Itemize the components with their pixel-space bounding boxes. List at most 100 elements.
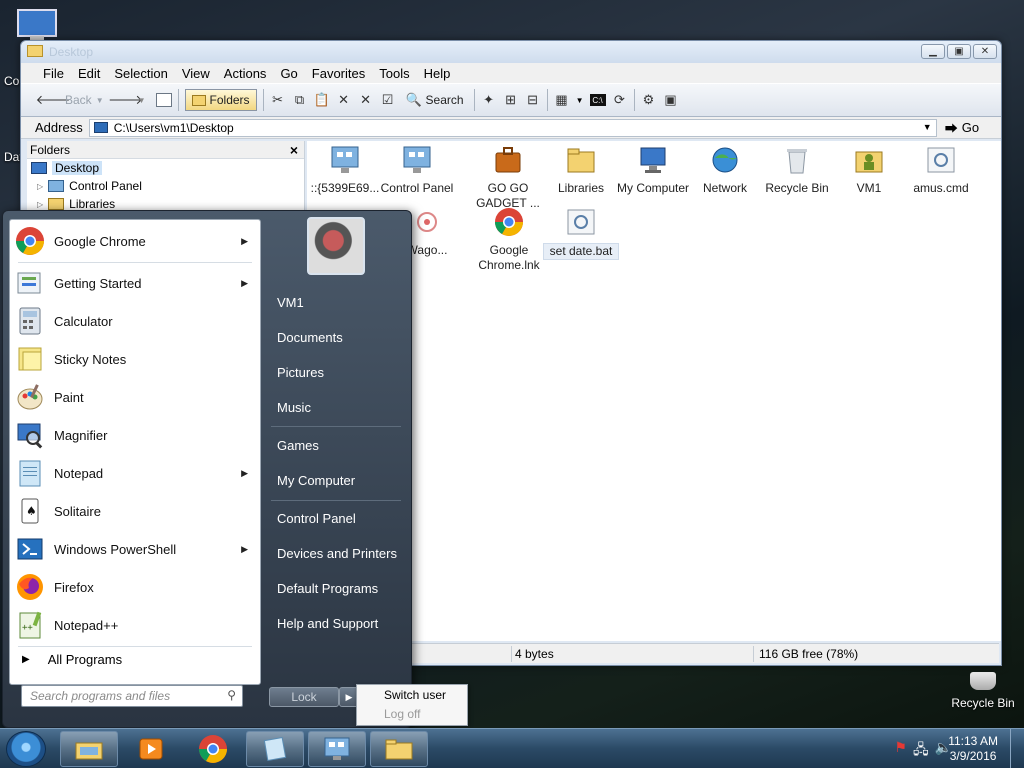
file-item[interactable]: Network: [687, 143, 763, 196]
tree-item-desktop[interactable]: Desktop: [27, 159, 304, 177]
program-notepad[interactable]: Notepad ▶: [10, 454, 260, 492]
settings-icon[interactable]: ⚙: [641, 92, 657, 108]
program-label: Sticky Notes: [54, 351, 127, 367]
minimize-button[interactable]: ▁: [921, 44, 945, 59]
all-programs-button[interactable]: ▶ All Programs: [22, 652, 122, 667]
expand-icon[interactable]: ▷: [37, 200, 43, 209]
show-desktop-button[interactable]: [1010, 729, 1024, 768]
clock[interactable]: 11:13 AM 3/9/2016: [948, 734, 998, 764]
file-item[interactable]: Google Chrome.lnk: [471, 205, 547, 273]
taskbar-explorer[interactable]: [60, 731, 118, 767]
file-item[interactable]: Control Panel: [379, 143, 455, 196]
avatar[interactable]: [307, 217, 365, 275]
log-off-item[interactable]: Log off: [357, 704, 467, 723]
program-firefox[interactable]: Firefox: [10, 568, 260, 606]
menu-go[interactable]: Go: [280, 66, 307, 81]
copy-icon[interactable]: ⧉: [292, 92, 308, 108]
program-sticky-notes[interactable]: Sticky Notes: [10, 340, 260, 378]
menu-tools[interactable]: Tools: [379, 66, 419, 81]
network-icon[interactable]: 🖧: [913, 739, 929, 763]
forward-button[interactable]: 🡒 ▼: [108, 89, 150, 111]
file-item[interactable]: ::{5399E69...: [307, 143, 383, 196]
menu-file[interactable]: File: [43, 66, 74, 81]
delete-icon[interactable]: ✕: [336, 92, 352, 108]
start-right-vm1[interactable]: VM1: [277, 295, 304, 310]
taskbar-control-panel[interactable]: [308, 731, 366, 767]
file-item[interactable]: Recycle Bin: [759, 143, 835, 196]
new-folder-icon[interactable]: ✦: [481, 92, 497, 108]
folders-icon: [191, 94, 206, 106]
maximize-button[interactable]: ▣: [947, 44, 971, 59]
taskbar-folder[interactable]: [370, 731, 428, 767]
start-right-games[interactable]: Games: [277, 438, 319, 453]
title-bar[interactable]: Desktop ▁ ▣ ✕: [21, 41, 1001, 63]
menu-favorites[interactable]: Favorites: [312, 66, 375, 81]
back-button[interactable]: 🡐 Back ▼: [36, 89, 108, 111]
start-right-control-panel[interactable]: Control Panel: [277, 511, 356, 526]
program-magnifier[interactable]: Magnifier: [10, 416, 260, 454]
cut-icon[interactable]: ✂: [270, 92, 286, 108]
taskbar-chrome[interactable]: [184, 731, 242, 767]
program-notepadpp[interactable]: ++ Notepad++: [10, 606, 260, 644]
map-drive-icon[interactable]: ⊞: [503, 92, 519, 108]
toolbar-separator: [546, 89, 548, 111]
taskbar-media-player[interactable]: [122, 731, 180, 767]
program-getting-started[interactable]: Getting Started ▶: [10, 264, 260, 302]
menu-help[interactable]: Help: [424, 66, 461, 81]
program-solitaire[interactable]: ♠ Solitaire: [10, 492, 260, 530]
start-right-pictures[interactable]: Pictures: [277, 365, 324, 380]
start-right-default-programs[interactable]: Default Programs: [277, 581, 378, 596]
file-item[interactable]: amus.cmd: [903, 143, 979, 196]
desktop-computer-icon[interactable]: [14, 8, 60, 44]
menu-actions[interactable]: Actions: [224, 66, 277, 81]
start-button[interactable]: [6, 731, 46, 767]
chevron-down-icon: ▼: [95, 95, 104, 105]
file-item[interactable]: GO GO GADGET ...: [467, 143, 549, 211]
menu-view[interactable]: View: [182, 66, 220, 81]
command-prompt-icon[interactable]: C:\: [589, 94, 606, 106]
switch-user-item[interactable]: Switch user: [357, 685, 467, 704]
taskbar-notepad[interactable]: [246, 731, 304, 767]
program-label: Google Chrome: [54, 233, 146, 249]
start-right-my-computer[interactable]: My Computer: [277, 473, 355, 488]
menu-selection[interactable]: Selection: [114, 66, 177, 81]
close-icon[interactable]: ×: [290, 142, 298, 158]
all-programs-label: All Programs: [47, 652, 123, 667]
tree-item-control-panel[interactable]: ▷ Control Panel: [27, 177, 304, 195]
refresh-icon[interactable]: ⟳: [612, 92, 628, 108]
folders-button[interactable]: Folders: [184, 89, 257, 111]
start-right-devices-printers[interactable]: Devices and Printers: [277, 546, 397, 561]
lock-button[interactable]: Lock: [269, 687, 339, 707]
program-windows-powershell[interactable]: Windows PowerShell ▶: [10, 530, 260, 568]
options-icon[interactable]: ▣: [663, 92, 679, 108]
file-item[interactable]: My Computer: [615, 143, 691, 196]
program-calculator[interactable]: Calculator: [10, 302, 260, 340]
desktop-recycle-bin[interactable]: Recycle Bin: [948, 672, 1018, 710]
address-field[interactable]: C:\Users\vm1\Desktop ▼: [88, 118, 937, 137]
program-paint[interactable]: Paint: [10, 378, 260, 416]
paste-icon[interactable]: 📋: [313, 92, 329, 108]
file-item[interactable]: Libraries: [543, 143, 619, 196]
submenu-arrow-icon: ▶: [241, 277, 248, 288]
start-right-music[interactable]: Music: [277, 400, 311, 415]
menu-edit[interactable]: Edit: [78, 66, 110, 81]
chevron-down-icon[interactable]: ▼: [923, 122, 932, 132]
start-right-documents[interactable]: Documents: [277, 330, 343, 345]
file-item[interactable]: VM1: [831, 143, 907, 196]
properties-icon[interactable]: ☑: [380, 92, 396, 108]
firefox-icon: [14, 571, 46, 603]
expand-icon[interactable]: ▷: [37, 182, 43, 191]
search-button[interactable]: 🔍 Search: [402, 89, 468, 111]
chevron-down-icon[interactable]: ▼: [576, 96, 584, 105]
start-search-input[interactable]: Search programs and files ⚲: [21, 685, 243, 707]
views-icon[interactable]: ▦: [554, 92, 570, 108]
file-item[interactable]: set date.bat: [543, 205, 619, 260]
close-button[interactable]: ✕: [973, 44, 997, 59]
up-folder-icon[interactable]: [155, 93, 172, 107]
program-google-chrome[interactable]: Google Chrome ▶: [10, 222, 260, 260]
start-right-help-support[interactable]: Help and Support: [277, 616, 378, 631]
delete-permanent-icon[interactable]: ✕: [358, 92, 374, 108]
go-button[interactable]: ⮕ Go: [945, 118, 979, 137]
disconnect-drive-icon[interactable]: ⊟: [525, 92, 541, 108]
action-center-icon[interactable]: ⚑: [894, 739, 907, 763]
